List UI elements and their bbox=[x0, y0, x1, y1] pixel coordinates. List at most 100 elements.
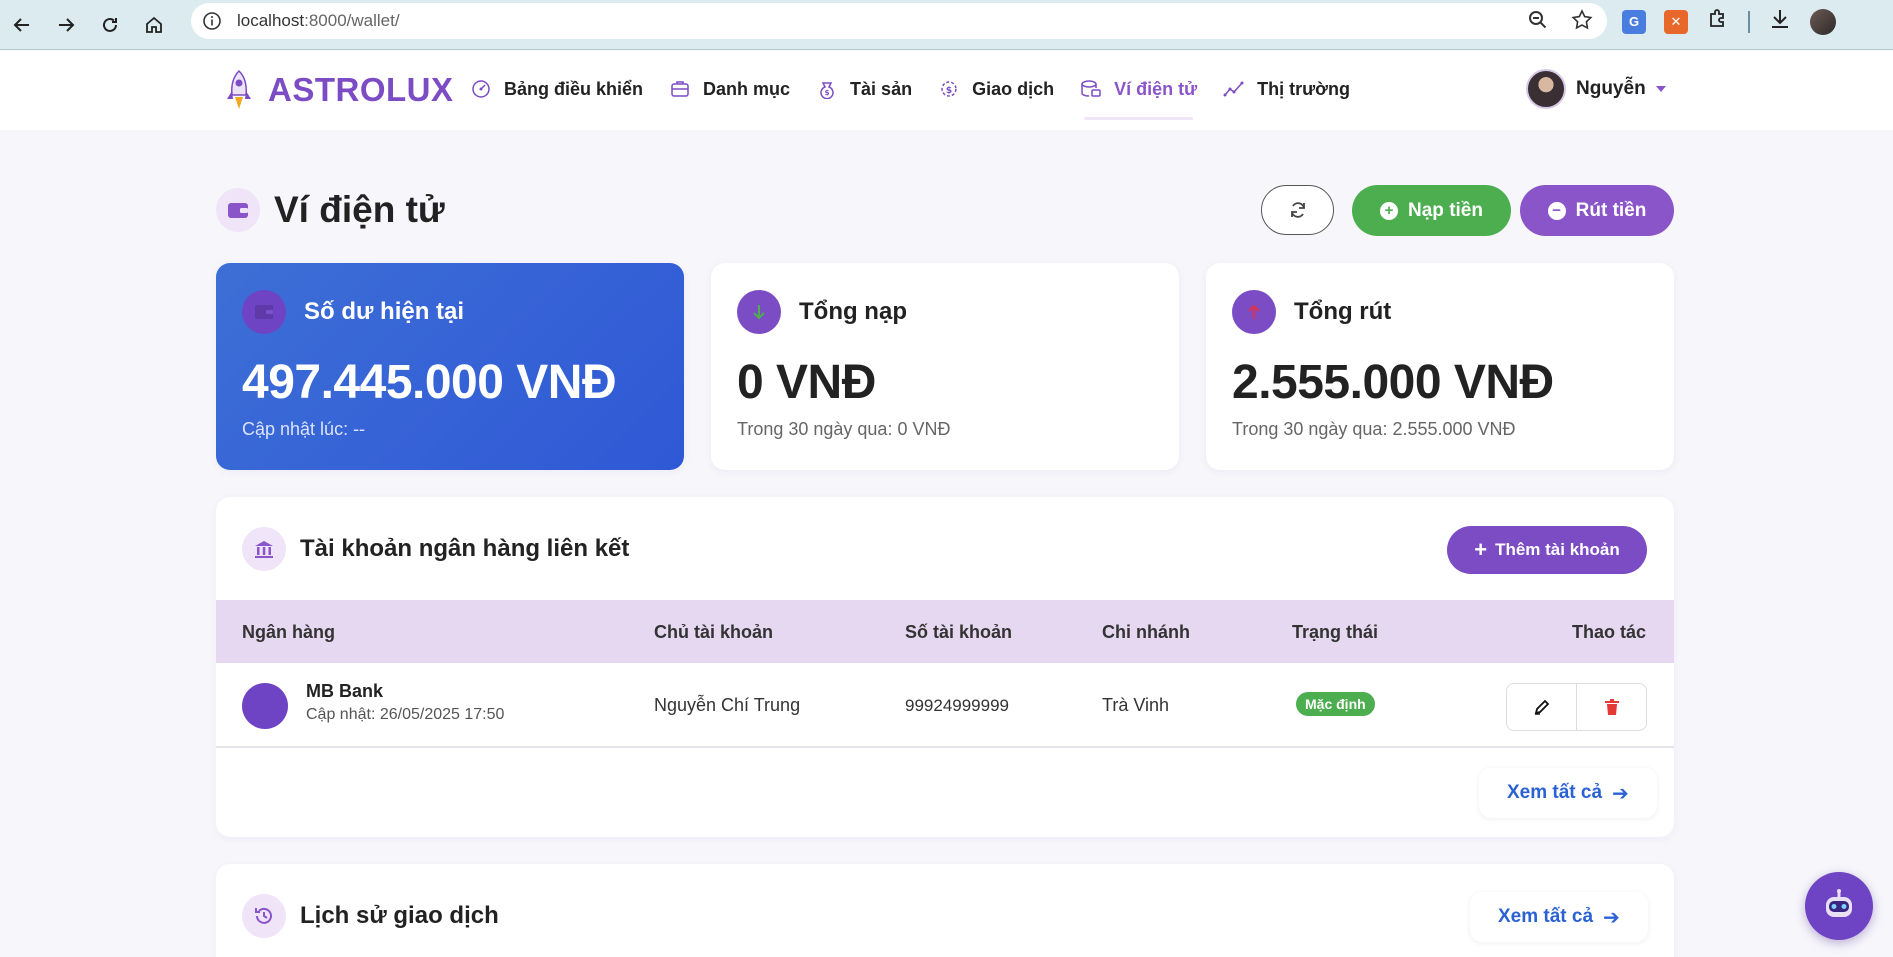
add-account-button[interactable]: + Thêm tài khoản bbox=[1447, 526, 1647, 574]
extensions-puzzle-icon[interactable] bbox=[1706, 7, 1730, 36]
account-branch: Trà Vinh bbox=[1102, 695, 1170, 715]
row-actions bbox=[1506, 683, 1647, 731]
arrow-down-icon bbox=[737, 290, 781, 334]
balance-updated: Cập nhật lúc: -- bbox=[242, 419, 366, 439]
table-row: MB Bank Cập nhật: 26/05/2025 17:50 Nguyễ… bbox=[216, 663, 1674, 748]
history-title: Lịch sử giao dịch bbox=[300, 902, 499, 929]
edit-button[interactable] bbox=[1507, 684, 1576, 730]
wallet-icon bbox=[242, 290, 286, 334]
deposit-button[interactable]: + Nạp tiền bbox=[1352, 185, 1511, 236]
arrow-right-icon: ➔ bbox=[1612, 782, 1629, 805]
balance-value: 497.445.000 VNĐ bbox=[242, 356, 617, 409]
add-account-label: Thêm tài khoản bbox=[1495, 540, 1620, 559]
address-bar[interactable]: localhost:8000/wallet/ bbox=[191, 3, 1607, 39]
browser-toolbar: localhost:8000/wallet/ G ✕ bbox=[0, 0, 1893, 50]
arrow-right-icon: ➔ bbox=[1603, 906, 1620, 929]
dashboard-icon bbox=[470, 78, 492, 100]
account-holder: Nguyễn Chí Trung bbox=[654, 695, 801, 715]
col-branch: Chi nhánh bbox=[1102, 622, 1190, 642]
col-number: Số tài khoản bbox=[905, 622, 1013, 642]
refresh-icon bbox=[1290, 202, 1305, 218]
home-icon[interactable] bbox=[132, 5, 176, 45]
edit-icon bbox=[1534, 699, 1549, 715]
nav-label: Danh mục bbox=[703, 78, 791, 99]
nav-item-transactions[interactable]: $ Giao dịch bbox=[938, 78, 1054, 100]
nav-item-assets[interactable]: $ Tài sản bbox=[816, 78, 912, 100]
assets-icon: $ bbox=[816, 78, 838, 100]
view-all-label: Xem tất cả bbox=[1498, 906, 1594, 927]
main-nav: Bảng điều khiển Danh mục $ Tài sản $ Gia… bbox=[470, 78, 1376, 120]
nav-label: Tài sản bbox=[850, 78, 913, 99]
url-text: localhost:8000/wallet/ bbox=[237, 11, 400, 30]
nav-item-wallet[interactable]: Ví điện tử bbox=[1080, 78, 1198, 120]
deposit-label: Nạp tiền bbox=[1408, 199, 1483, 221]
app-header: ASTROLUX Bảng điều khiển Danh mục $ Tài … bbox=[0, 51, 1893, 130]
nav-item-portfolio[interactable]: Danh mục bbox=[669, 78, 790, 100]
withdrawals-label: Tổng rút bbox=[1294, 298, 1392, 325]
delete-button[interactable] bbox=[1576, 684, 1646, 730]
table-header: Ngân hàng Chủ tài khoản Số tài khoản Chi… bbox=[216, 600, 1674, 663]
portfolio-icon bbox=[669, 78, 691, 100]
account-number: 99924999999 bbox=[905, 696, 1010, 715]
page-header: Ví điện tử bbox=[216, 188, 445, 232]
bookmark-star-icon[interactable] bbox=[1571, 9, 1593, 36]
svg-text:$: $ bbox=[946, 86, 952, 96]
bank-logo bbox=[242, 683, 288, 729]
withdraw-label: Rút tiền bbox=[1575, 199, 1647, 221]
nav-label: Bảng điều khiển bbox=[504, 78, 644, 99]
svg-text:$: $ bbox=[825, 89, 830, 97]
forward-icon[interactable] bbox=[44, 5, 88, 45]
col-holder: Chủ tài khoản bbox=[654, 622, 774, 642]
history-icon bbox=[242, 894, 286, 938]
status-badge: Mặc định bbox=[1296, 692, 1375, 716]
deposits-value: 0 VNĐ bbox=[737, 356, 876, 409]
reload-icon[interactable] bbox=[88, 5, 132, 45]
view-all-banks-link[interactable]: Xem tất cả ➔ bbox=[1479, 768, 1657, 818]
view-all-label: Xem tất cả bbox=[1507, 782, 1603, 803]
col-actions: Thao tác bbox=[1571, 622, 1646, 642]
wallet-icon bbox=[216, 188, 260, 232]
withdraw-button[interactable]: − Rút tiền bbox=[1520, 185, 1674, 236]
toolbar-divider bbox=[1748, 10, 1750, 33]
bank-icon bbox=[242, 527, 286, 571]
brand-logo[interactable]: ASTROLUX bbox=[222, 69, 454, 111]
view-all-history-link[interactable]: Xem tất cả ➔ bbox=[1470, 892, 1648, 942]
nav-item-dashboard[interactable]: Bảng điều khiển bbox=[470, 78, 643, 100]
profile-avatar[interactable] bbox=[1810, 8, 1836, 35]
deposits-sub: Trong 30 ngày qua: 0 VNĐ bbox=[737, 419, 951, 439]
col-bank: Ngân hàng bbox=[242, 622, 335, 642]
bank-name: MB Bank bbox=[306, 681, 384, 701]
plus-circle-icon: + bbox=[1380, 201, 1399, 220]
nav-label: Thị trường bbox=[1257, 78, 1350, 99]
download-icon[interactable] bbox=[1768, 7, 1792, 36]
bank-updated: Cập nhật: 26/05/2025 17:50 bbox=[306, 706, 505, 723]
extension-icon[interactable]: ✕ bbox=[1664, 9, 1688, 34]
deposits-label: Tổng nạp bbox=[799, 298, 907, 325]
caret-down-icon bbox=[1655, 86, 1666, 92]
deposits-card: Tổng nạp 0 VNĐ Trong 30 ngày qua: 0 VNĐ bbox=[711, 263, 1179, 470]
trash-icon bbox=[1604, 699, 1619, 715]
nav-label: Ví điện tử bbox=[1114, 78, 1198, 99]
chatbot-button[interactable] bbox=[1805, 872, 1873, 940]
transactions-icon: $ bbox=[938, 78, 960, 100]
balance-card: Số dư hiện tại 497.445.000 VNĐ Cập nhật … bbox=[216, 263, 684, 470]
page-title: Ví điện tử bbox=[274, 189, 445, 230]
wallet-icon bbox=[1080, 78, 1102, 100]
nav-label: Giao dịch bbox=[972, 78, 1055, 99]
history-panel: Lịch sử giao dịch Xem tất cả ➔ bbox=[216, 864, 1674, 957]
col-status: Trạng thái bbox=[1292, 622, 1379, 642]
site-info-icon[interactable] bbox=[201, 10, 223, 32]
zoom-icon[interactable] bbox=[1527, 9, 1549, 36]
user-menu[interactable]: Nguyễn bbox=[1526, 69, 1666, 109]
rocket-icon bbox=[227, 69, 251, 109]
back-icon[interactable] bbox=[0, 5, 44, 45]
balance-label: Số dư hiện tại bbox=[304, 298, 465, 325]
nav-item-market[interactable]: Thị trường bbox=[1223, 78, 1350, 100]
withdrawals-value: 2.555.000 VNĐ bbox=[1232, 356, 1554, 409]
translate-extension-icon[interactable]: G bbox=[1622, 9, 1646, 34]
robot-icon bbox=[1826, 889, 1852, 917]
refresh-button[interactable] bbox=[1261, 185, 1334, 235]
linked-banks-panel: Tài khoản ngân hàng liên kết + Thêm tài … bbox=[216, 497, 1674, 837]
market-icon bbox=[1223, 78, 1245, 100]
withdrawals-sub: Trong 30 ngày qua: 2.555.000 VNĐ bbox=[1232, 419, 1516, 439]
